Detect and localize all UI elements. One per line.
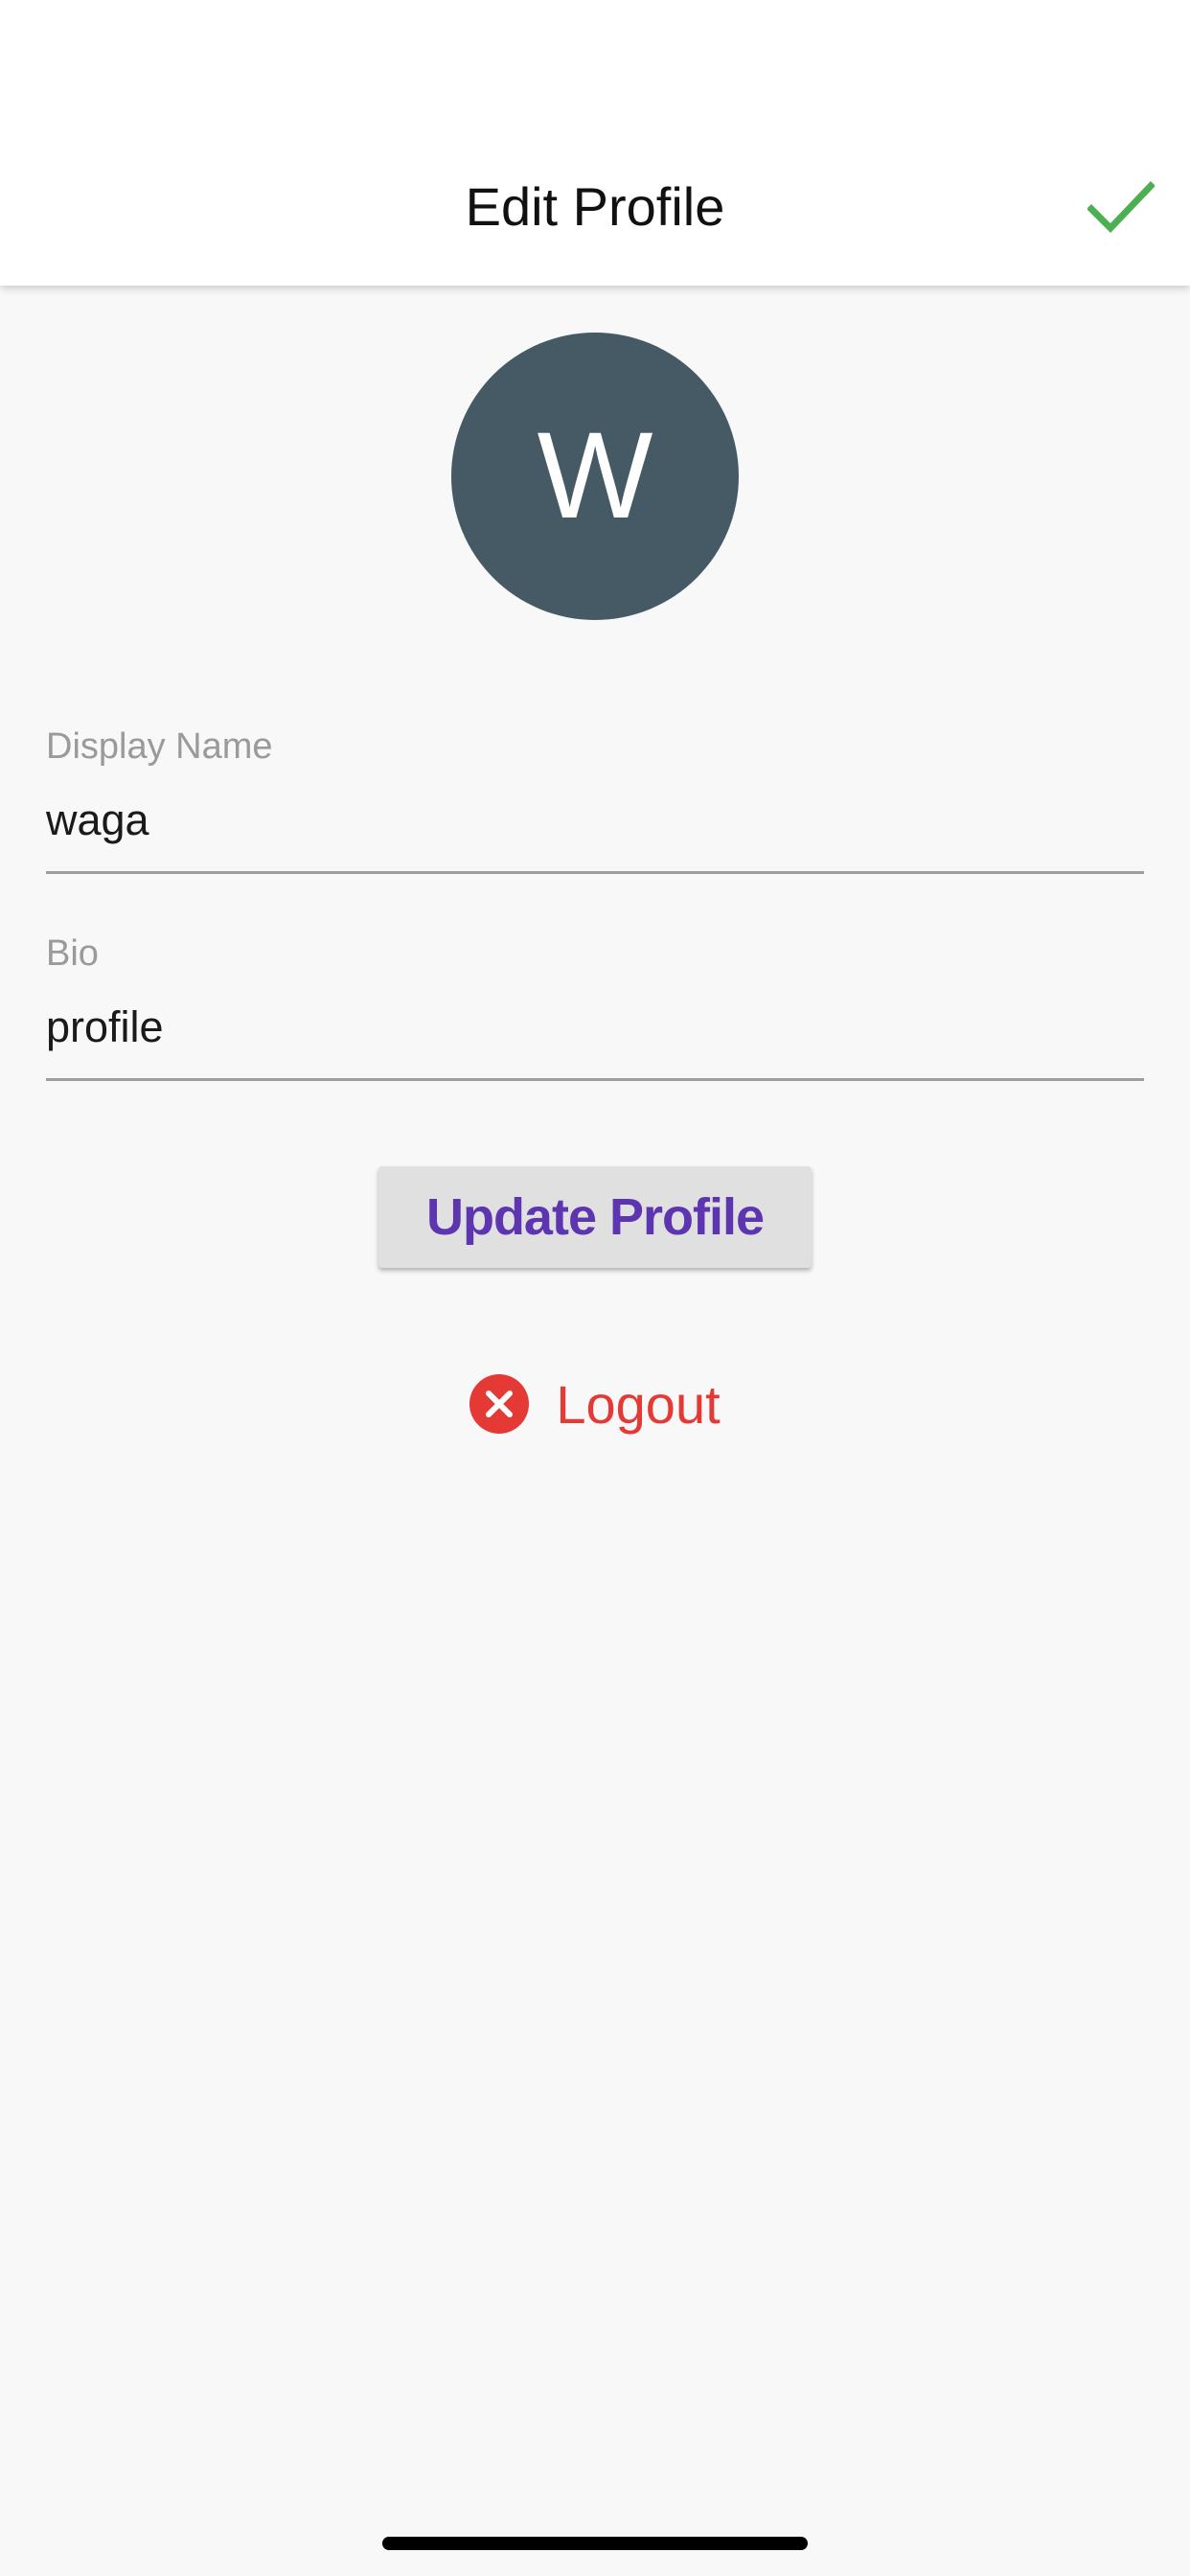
check-icon	[1087, 181, 1155, 234]
display-name-label: Display Name	[46, 726, 273, 767]
update-profile-label: Update Profile	[425, 1188, 765, 1246]
avatar[interactable]: W	[451, 333, 739, 620]
display-name-underline	[46, 871, 1144, 874]
confirm-button[interactable]	[1083, 172, 1159, 242]
bio-field: Bio	[46, 932, 1144, 1081]
bio-input[interactable]	[46, 994, 1144, 1061]
home-indicator[interactable]	[382, 2537, 808, 2550]
bio-label: Bio	[46, 933, 99, 974]
bio-underline	[46, 1078, 1144, 1081]
update-profile-button[interactable]: Update Profile	[378, 1166, 812, 1268]
logout-button[interactable]: Logout	[0, 1370, 1190, 1438]
display-name-input[interactable]	[46, 787, 1144, 854]
page-title: Edit Profile	[465, 176, 725, 237]
display-name-field: Display Name	[46, 725, 1144, 874]
avatar-initial: W	[537, 407, 653, 544]
close-circle-icon	[469, 1374, 530, 1434]
app-bar: Edit Profile	[0, 0, 1190, 286]
logout-label: Logout	[556, 1373, 721, 1435]
